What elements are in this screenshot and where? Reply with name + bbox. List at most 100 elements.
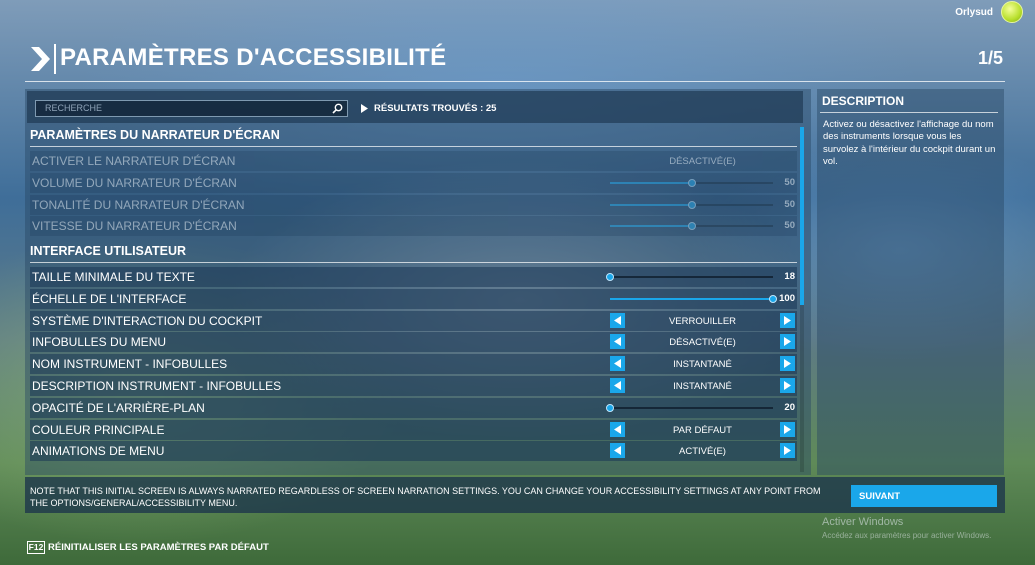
slider-thumb[interactable] xyxy=(687,200,696,209)
setting-row[interactable]: TONALITÉ DU NARRATEUR D'ÉCRAN 50 xyxy=(30,194,797,215)
description-panel: DESCRIPTION Activez ou désactivez l'affi… xyxy=(817,89,1004,475)
scrollbar[interactable] xyxy=(800,127,804,472)
slider-thumb[interactable] xyxy=(687,178,696,187)
slider-track[interactable] xyxy=(610,222,773,231)
user-avatar[interactable] xyxy=(1001,1,1023,23)
chevron-left-icon xyxy=(614,359,621,369)
slider-fill xyxy=(610,225,692,228)
previous-option-button[interactable] xyxy=(610,443,625,459)
slider-value: 20 xyxy=(784,401,795,413)
slider-thumb[interactable] xyxy=(687,222,696,231)
settings-panel: RECHERCHE RÉSULTATS TROUVÉS : 25 PARAMÈT… xyxy=(25,89,811,475)
search-row: RECHERCHE RÉSULTATS TROUVÉS : 25 xyxy=(27,91,803,123)
setting-row[interactable]: COULEUR PRINCIPALE PAR DÉFAUT xyxy=(30,419,797,440)
chevron-right-icon xyxy=(31,47,50,71)
setting-value: INSTANTANÉ xyxy=(673,381,732,392)
slider-value: 50 xyxy=(784,220,795,232)
section-header: INTERFACE UTILISATEUR xyxy=(30,241,797,263)
slider-track[interactable] xyxy=(610,200,773,209)
setting-value: DÉSACTIVÉ(E) xyxy=(669,337,736,349)
chevron-right-icon xyxy=(361,104,368,113)
setting-label: VITESSE DU NARRATEUR D'ÉCRAN xyxy=(32,219,237,234)
setting-row[interactable]: DESCRIPTION INSTRUMENT - INFOBULLES INSTA… xyxy=(30,376,797,396)
description-title: DESCRIPTION xyxy=(822,94,905,108)
setting-value: VERROUILLER xyxy=(668,315,737,327)
setting-label: INFOBULLES DU MENU xyxy=(32,335,167,350)
next-button[interactable]: SUIVANT xyxy=(851,485,997,507)
chevron-left-icon xyxy=(614,315,621,325)
chevron-left-icon xyxy=(614,446,621,456)
setting-row[interactable]: OPACITÉ DE L'ARRIÈRE-PLAN 20 xyxy=(30,397,797,418)
setting-value: ACTIVÉ(E) xyxy=(679,446,726,458)
next-option-button[interactable] xyxy=(780,378,795,393)
next-option-button[interactable] xyxy=(780,421,795,437)
setting-label: DESCRIPTION INSTRUMENT - INFOBULLES xyxy=(32,379,282,393)
setting-row[interactable]: ACTIVER LE NARRATEUR D'ÉCRAN DÉSACTIVÉ(E) xyxy=(30,151,797,171)
windows-activation-subtitle: Accédez aux paramètres pour activer Wind… xyxy=(822,531,992,540)
chevron-left-icon xyxy=(614,337,621,347)
previous-option-button[interactable] xyxy=(610,378,625,393)
setting-label: TAILLE MINIMALE DU TEXTE xyxy=(32,270,195,284)
chevron-right-icon xyxy=(784,315,791,325)
results-count: RÉSULTATS TROUVÉS : 25 xyxy=(374,103,497,114)
note-bar: NOTE THAT THIS INITIAL SCREEN IS ALWAYS … xyxy=(25,477,1005,513)
slider-value: 100 xyxy=(779,292,795,304)
setting-row[interactable]: VITESSE DU NARRATEUR D'ÉCRAN 50 xyxy=(30,216,797,237)
previous-option-button[interactable] xyxy=(610,421,625,437)
slider-track[interactable] xyxy=(610,294,777,303)
next-option-button[interactable] xyxy=(780,443,795,459)
previous-option-button[interactable] xyxy=(610,334,625,350)
chevron-left-icon xyxy=(614,424,621,434)
setting-label: OPACITÉ DE L'ARRIÈRE-PLAN xyxy=(32,400,205,415)
slider-thumb[interactable] xyxy=(606,403,614,412)
slider-track[interactable] xyxy=(610,178,773,187)
page-counter: 1/5 xyxy=(977,48,1003,68)
setting-row[interactable]: ANIMATIONS DE MENU ACTIVÉ(E) xyxy=(30,441,797,462)
title-bar: PARAMÈTRES D'ACCESSIBILITÉ 1/5 xyxy=(25,40,1005,82)
search-icon[interactable] xyxy=(332,103,343,114)
setting-value: INSTANTANÉ xyxy=(673,359,732,371)
setting-row[interactable]: ÉCHELLE DE L'INTERFACE 100 xyxy=(30,288,797,309)
previous-option-button[interactable] xyxy=(610,356,625,372)
top-bar: Orlysud xyxy=(0,0,1035,30)
search-placeholder: RECHERCHE xyxy=(45,103,103,113)
setting-row[interactable]: VOLUME DU NARRATEUR D'ÉCRAN 50 xyxy=(30,172,797,193)
next-option-button[interactable] xyxy=(780,312,795,328)
slider-thumb[interactable] xyxy=(769,294,777,303)
scrollbar-thumb[interactable] xyxy=(800,127,804,305)
title-separator xyxy=(54,44,56,74)
setting-value: PAR DÉFAUT xyxy=(673,424,732,436)
setting-label: ACTIVER LE NARRATEUR D'ÉCRAN xyxy=(32,154,236,168)
setting-row[interactable]: TAILLE MINIMALE DU TEXTE 18 xyxy=(30,267,797,287)
next-option-button[interactable] xyxy=(780,334,795,350)
chevron-right-icon xyxy=(784,424,791,434)
slider-value: 18 xyxy=(784,271,795,282)
setting-label: COULEUR PRINCIPALE xyxy=(32,422,165,437)
setting-label: ÉCHELLE DE L'INTERFACE xyxy=(32,291,187,306)
setting-label: TONALITÉ DU NARRATEUR D'ÉCRAN xyxy=(32,197,245,212)
section-title: INTERFACE UTILISATEUR xyxy=(30,244,187,258)
chevron-right-icon xyxy=(784,381,791,390)
previous-option-button[interactable] xyxy=(610,312,625,328)
setting-row[interactable]: INFOBULLES DU MENU DÉSACTIVÉ(E) xyxy=(30,332,797,353)
reset-defaults-label: RÉINITIALISER LES PARAMÈTRES PAR DÉFAUT xyxy=(48,542,269,553)
note-text: NOTE THAT THIS INITIAL SCREEN IS ALWAYS … xyxy=(30,486,821,508)
next-option-button[interactable] xyxy=(780,356,795,372)
setting-label: NOM INSTRUMENT - INFOBULLES xyxy=(32,357,228,372)
slider-value: 50 xyxy=(784,198,795,210)
setting-row[interactable]: SYSTÈME D'INTERACTION DU COCKPIT VERROUIL… xyxy=(30,310,797,331)
slider-fill xyxy=(610,297,773,300)
slider-track[interactable] xyxy=(606,403,773,412)
slider-thumb[interactable] xyxy=(606,273,614,281)
key-badge-f12: F12 xyxy=(27,541,45,554)
setting-row[interactable]: NOM INSTRUMENT - INFOBULLES INSTANTANÉ xyxy=(30,354,797,375)
user-name: Orlysud xyxy=(955,7,993,18)
search-input[interactable]: RECHERCHE xyxy=(35,100,348,117)
slider-fill xyxy=(610,203,692,206)
slider-track[interactable] xyxy=(606,273,773,281)
chevron-right-icon xyxy=(784,359,791,369)
chevron-right-icon xyxy=(784,337,791,347)
chevron-left-icon xyxy=(614,381,621,390)
description-divider xyxy=(820,112,998,113)
description-text: Activez ou désactivez l'affichage du nom… xyxy=(823,119,996,168)
